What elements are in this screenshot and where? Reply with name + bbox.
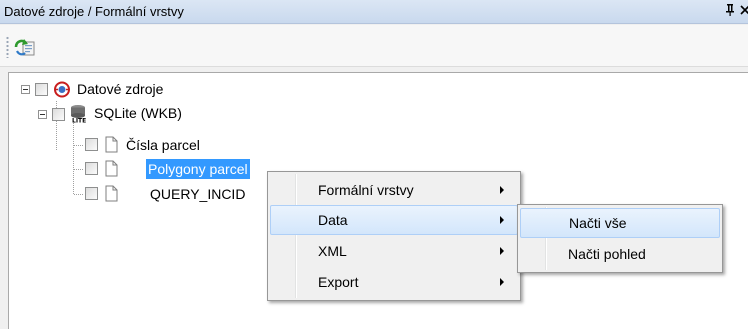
menu-item-load-view[interactable]: Načti pohled — [520, 239, 720, 269]
panel-toolbar — [0, 25, 748, 67]
context-menu: Formální vrstvy Data XML Export — [267, 171, 521, 301]
tree-node-layer[interactable]: QUERY_INCID — [9, 184, 269, 204]
database-checkbox[interactable] — [52, 108, 65, 121]
menu-item-export[interactable]: Export — [270, 267, 518, 297]
tree-node-root[interactable]: Datové zdroje — [9, 79, 269, 99]
panel-titlebar: Datové zdroje / Formální vrstvy — [0, 0, 748, 24]
tree-node-layer[interactable]: Čísla parcel — [9, 135, 269, 155]
submenu-arrow-icon — [500, 278, 504, 286]
close-icon[interactable] — [740, 3, 748, 19]
menu-item-label: Data — [318, 212, 348, 228]
layer-checkbox[interactable] — [85, 162, 98, 175]
submenu-arrow-icon — [500, 216, 504, 224]
collapse-icon[interactable] — [21, 85, 30, 94]
root-checkbox[interactable] — [35, 83, 48, 96]
tree-label-layer: Čísla parcel — [126, 137, 200, 153]
menu-item-label: Formální vrstvy — [318, 182, 414, 198]
panel-title: Datové zdroje / Formální vrstvy — [4, 4, 184, 19]
refresh-datasource-icon — [14, 39, 35, 56]
menu-item-label: Načti vše — [569, 215, 627, 231]
tree-node-database[interactable]: LITE SQLite (WKB) — [9, 103, 269, 123]
datasource-root-icon — [54, 81, 70, 98]
sqlite-db-icon: LITE — [71, 105, 86, 124]
menu-item-load-all[interactable]: Načti vše — [520, 208, 720, 238]
menu-item-label: Export — [318, 274, 359, 290]
menu-item-label: XML — [318, 243, 347, 259]
submenu-arrow-icon — [500, 247, 504, 255]
tree-label-database: SQLite (WKB) — [94, 105, 182, 121]
toolbar-grip[interactable] — [6, 36, 9, 58]
refresh-datasource-button[interactable] — [14, 36, 36, 58]
menu-item-xml[interactable]: XML — [270, 236, 518, 266]
layer-checkbox[interactable] — [85, 187, 98, 200]
tree-label-layer: QUERY_INCID — [150, 186, 246, 202]
document-icon — [105, 185, 118, 202]
layer-checkbox[interactable] — [85, 138, 98, 151]
collapse-icon[interactable] — [38, 110, 47, 119]
pin-icon[interactable] — [724, 3, 736, 19]
document-icon — [105, 136, 118, 153]
tree-node-layer[interactable]: Polygony parcel — [9, 159, 289, 179]
menu-item-data[interactable]: Data — [270, 205, 518, 235]
datasource-panel: Datové zdroje / Formální vrstvy Datové z… — [0, 0, 748, 329]
data-submenu: Načti vše Načti pohled — [517, 204, 723, 273]
document-icon — [105, 160, 118, 177]
tree-label-root: Datové zdroje — [77, 81, 164, 97]
menu-item-label: Načti pohled — [568, 246, 646, 262]
tree-label-layer-selected: Polygony parcel — [146, 159, 250, 179]
svg-text:LITE: LITE — [72, 118, 86, 124]
menu-item-formal-layers[interactable]: Formální vrstvy — [270, 175, 518, 205]
submenu-arrow-icon — [500, 186, 504, 194]
